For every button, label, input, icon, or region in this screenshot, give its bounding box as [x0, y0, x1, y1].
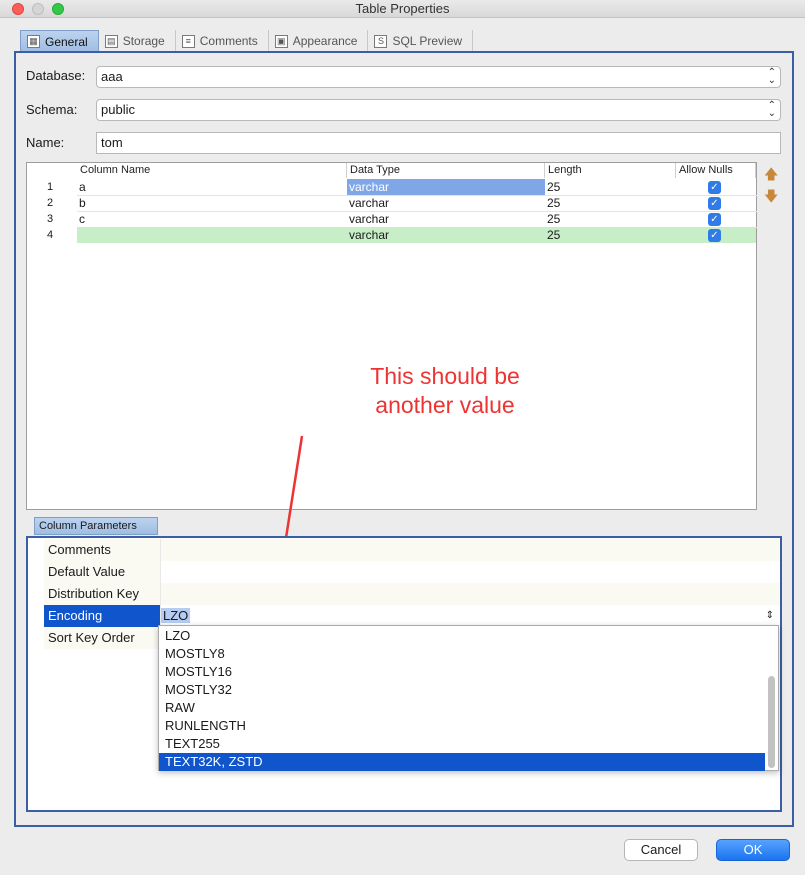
- name-field[interactable]: tom: [96, 132, 781, 154]
- cell-length[interactable]: 25: [545, 179, 676, 195]
- row-number: 1: [47, 181, 54, 193]
- annotation-line-2: another value: [375, 392, 515, 418]
- allow-nulls-checkbox[interactable]: ✓: [708, 229, 721, 242]
- title-bar: Table Properties: [0, 0, 805, 18]
- allow-nulls-checkbox[interactable]: ✓: [708, 213, 721, 226]
- tab-appearance[interactable]: ▣ Appearance: [269, 30, 369, 52]
- tab-comments[interactable]: ≡ Comments: [176, 30, 269, 52]
- dropdown-scrollbar[interactable]: [768, 676, 775, 768]
- cell-column-name[interactable]: [77, 227, 347, 243]
- database-value: aaa: [101, 69, 123, 84]
- encoding-dropdown-list[interactable]: LZO MOSTLY8 MOSTLY16 MOSTLY32 RAW RUNLEN…: [158, 625, 779, 771]
- encoding-value: LZO: [161, 608, 191, 623]
- tab-label: SQL Preview: [392, 34, 463, 48]
- param-key: Default Value: [44, 561, 160, 583]
- tab-sql-preview[interactable]: S SQL Preview: [368, 30, 474, 52]
- column-header-type[interactable]: Data Type: [347, 163, 545, 178]
- tab-storage[interactable]: ▤ Storage: [99, 30, 176, 52]
- tab-label: Storage: [122, 34, 165, 48]
- tab-bar: ▦ General ▤ Storage ≡ Comments ▣ Appeara…: [20, 30, 474, 52]
- database-select[interactable]: aaa ⌃ ⌄: [96, 66, 781, 88]
- tab-label: Appearance: [292, 34, 358, 48]
- comments-icon: ≡: [181, 34, 195, 48]
- chevron-updown-icon: ⌃ ⌄: [767, 100, 776, 119]
- dropdown-option[interactable]: TEXT255: [159, 735, 765, 753]
- allow-nulls-checkbox[interactable]: ✓: [708, 197, 721, 210]
- ok-button[interactable]: OK: [716, 839, 790, 861]
- allow-nulls-checkbox[interactable]: ✓: [708, 181, 721, 194]
- cell-column-name[interactable]: a: [77, 179, 347, 195]
- row-number: 2: [47, 197, 54, 209]
- schema-value: public: [101, 102, 135, 117]
- cancel-button[interactable]: Cancel: [624, 839, 698, 861]
- chevron-updown-icon: ⇕: [765, 610, 774, 621]
- name-value: tom: [101, 135, 123, 150]
- tab-label: Comments: [199, 34, 258, 48]
- param-row-default-value[interactable]: Default Value: [44, 561, 780, 583]
- param-value[interactable]: [160, 583, 780, 605]
- column-header-allow-nulls[interactable]: Allow Nulls: [676, 163, 756, 178]
- annotation-line-1: This should be: [370, 363, 520, 389]
- dropdown-option[interactable]: MOSTLY32: [159, 681, 765, 699]
- dropdown-option[interactable]: MOSTLY16: [159, 663, 765, 681]
- tab-general[interactable]: ▦ General: [20, 30, 99, 52]
- database-label: Database:: [26, 68, 86, 83]
- cell-data-type[interactable]: varchar: [347, 195, 545, 211]
- cell-data-type[interactable]: varchar: [347, 211, 545, 227]
- cell-data-type[interactable]: varchar: [347, 227, 545, 243]
- dropdown-option[interactable]: MOSTLY8: [159, 645, 765, 663]
- column-header-name[interactable]: Column Name: [77, 163, 347, 178]
- cell-data-type[interactable]: varchar: [347, 179, 545, 195]
- param-value[interactable]: [160, 539, 780, 561]
- move-down-arrow-icon[interactable]: 🡇: [764, 186, 778, 210]
- dropdown-option-highlighted[interactable]: TEXT32K, ZSTD: [159, 753, 765, 771]
- encoding-select[interactable]: LZO ⇕: [160, 605, 780, 627]
- param-row-encoding[interactable]: Encoding LZO ⇕: [44, 605, 780, 627]
- move-up-arrow-icon[interactable]: 🡅: [764, 164, 778, 188]
- window-title: Table Properties: [355, 1, 450, 16]
- cell-length[interactable]: 25: [545, 211, 676, 227]
- columns-table[interactable]: Column Name Data Type Length Allow Nulls…: [26, 162, 757, 510]
- table-icon: ▦: [27, 35, 40, 48]
- param-key: Encoding: [44, 605, 160, 627]
- schema-select[interactable]: public ⌃ ⌄: [96, 99, 781, 121]
- name-label: Name:: [26, 135, 65, 150]
- cell-column-name[interactable]: b: [77, 195, 347, 211]
- dropdown-option[interactable]: RUNLENGTH: [159, 717, 765, 735]
- storage-icon: ▤: [104, 34, 118, 48]
- dropdown-option[interactable]: LZO: [159, 627, 765, 645]
- param-key: Sort Key Order: [44, 627, 160, 649]
- row-number: 4: [47, 229, 54, 241]
- sql-icon: S: [374, 34, 388, 48]
- cell-length[interactable]: 25: [545, 195, 676, 211]
- dropdown-option[interactable]: RAW: [159, 699, 765, 717]
- param-row-distribution-key[interactable]: Distribution Key: [44, 583, 780, 605]
- chevron-updown-icon: ⌃ ⌄: [767, 67, 776, 86]
- column-header-length[interactable]: Length: [545, 163, 676, 178]
- cell-column-name[interactable]: c: [77, 211, 347, 227]
- param-key: Distribution Key: [44, 583, 160, 605]
- appearance-icon: ▣: [274, 34, 288, 48]
- cell-length[interactable]: 25: [545, 227, 676, 243]
- annotation-text: This should be another value: [340, 362, 550, 420]
- schema-label: Schema:: [26, 102, 78, 117]
- param-key: Comments: [44, 539, 160, 561]
- row-number: 3: [47, 213, 54, 225]
- param-row-comments[interactable]: Comments: [44, 539, 780, 561]
- column-parameters-tab[interactable]: Column Parameters: [34, 517, 158, 535]
- param-value[interactable]: [160, 561, 780, 583]
- tab-label: General: [45, 34, 88, 49]
